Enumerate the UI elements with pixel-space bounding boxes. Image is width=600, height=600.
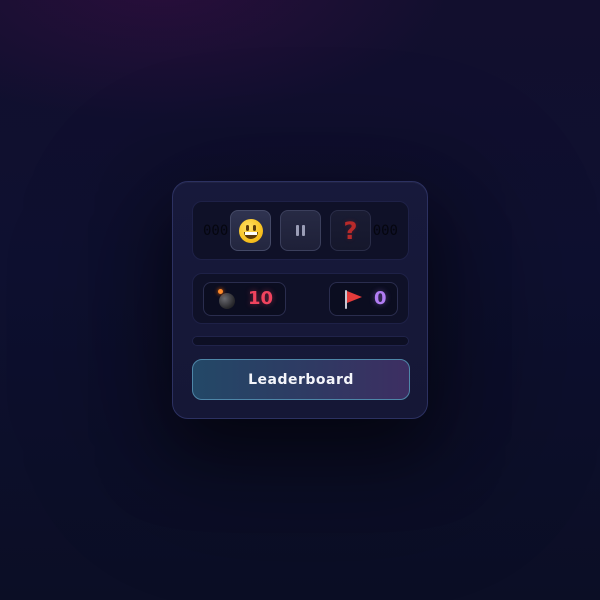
pause-button[interactable] bbox=[280, 210, 321, 251]
flag-counter: 0 bbox=[329, 282, 398, 316]
timer-display-left: 000 bbox=[203, 223, 229, 239]
mine-count: 10 bbox=[248, 288, 274, 309]
counters-bar: 10 0 bbox=[192, 273, 409, 324]
game-toolbar: 000 ? 000 bbox=[192, 201, 409, 260]
help-button[interactable]: ? bbox=[330, 210, 371, 251]
smiley-face-icon bbox=[238, 218, 263, 243]
new-game-face-button[interactable] bbox=[230, 210, 271, 251]
timer-display-right: 000 bbox=[372, 223, 398, 239]
pause-icon bbox=[296, 225, 305, 236]
flag-icon bbox=[344, 289, 362, 309]
game-panel: 000 ? 000 10 0 Leaderboard bbox=[172, 181, 428, 419]
bomb-icon bbox=[218, 289, 236, 309]
progress-bar bbox=[192, 336, 409, 346]
mine-counter: 10 bbox=[203, 282, 286, 316]
leaderboard-button[interactable]: Leaderboard bbox=[192, 359, 410, 400]
question-mark-icon: ? bbox=[343, 216, 358, 245]
flag-count: 0 bbox=[374, 288, 387, 309]
